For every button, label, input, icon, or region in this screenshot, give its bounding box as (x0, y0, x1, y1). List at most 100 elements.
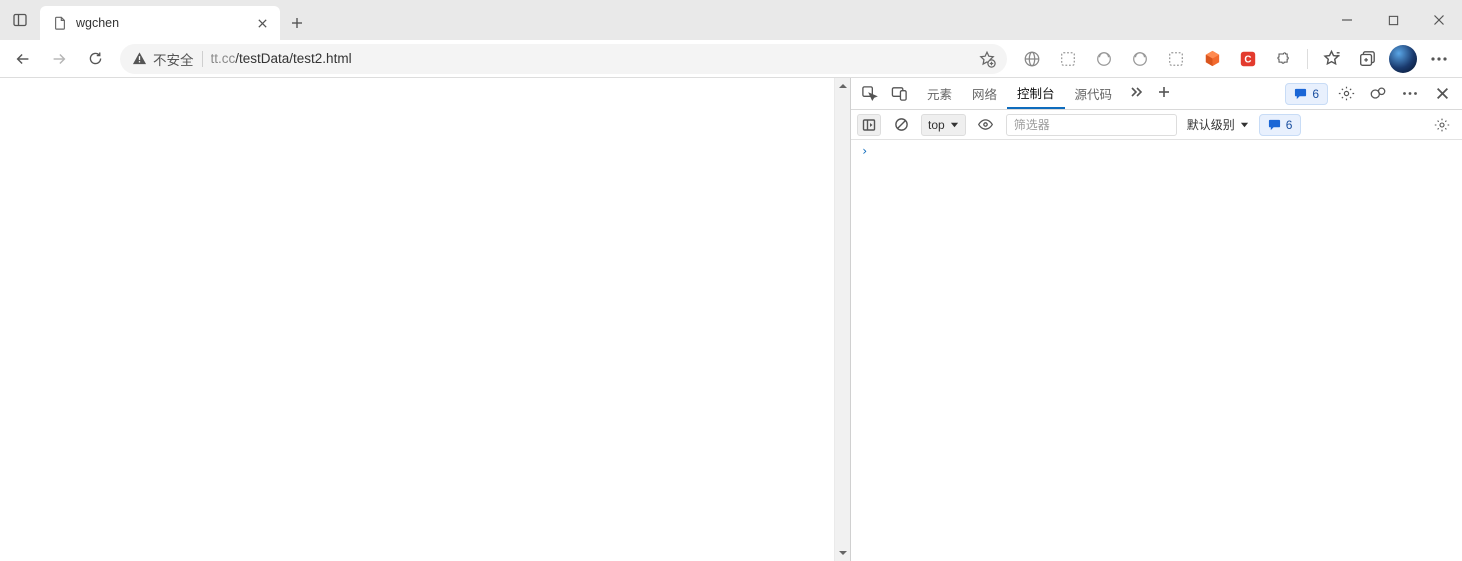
console-clear-button[interactable] (887, 111, 915, 139)
browser-titlebar: wgchen (0, 0, 1462, 40)
extension-button-7[interactable]: C (1231, 44, 1265, 74)
scroll-down-button[interactable] (835, 545, 850, 561)
close-icon (1433, 14, 1445, 26)
device-toggle-button[interactable] (885, 80, 913, 108)
scroll-track[interactable] (835, 94, 850, 545)
nav-back-button[interactable] (6, 44, 40, 74)
cube-icon (1203, 49, 1222, 68)
extension-button-3[interactable] (1087, 44, 1121, 74)
page-body[interactable] (0, 78, 834, 561)
tab-label: 元素 (927, 84, 952, 103)
star-icon (1322, 49, 1341, 68)
extensions-menu-button[interactable] (1267, 44, 1301, 74)
console-filter-input[interactable] (1006, 114, 1177, 136)
caret-down-icon (950, 120, 959, 129)
scroll-up-button[interactable] (835, 78, 850, 94)
devtools-menu-button[interactable] (1396, 80, 1424, 108)
devtools-add-tab-button[interactable] (1150, 78, 1178, 106)
address-separator (202, 51, 203, 67)
console-context-select[interactable]: top (921, 114, 966, 136)
extension-button-6[interactable] (1195, 44, 1229, 74)
settings-menu-button[interactable] (1422, 44, 1456, 74)
tab-label: 控制台 (1017, 83, 1055, 102)
tab-close-button[interactable] (252, 13, 272, 33)
devtools-feedback-button[interactable] (1364, 80, 1392, 108)
url-host: tt.cc (211, 51, 236, 66)
message-icon (1294, 87, 1307, 100)
context-value: top (928, 118, 945, 132)
avatar-icon (1389, 45, 1417, 73)
nav-forward-button[interactable] (42, 44, 76, 74)
devtools-tab-network[interactable]: 网络 (962, 78, 1007, 109)
devtools-right-controls: 6 (1285, 78, 1462, 109)
console-messages-badge[interactable]: 6 (1259, 114, 1302, 136)
tab-label: 源代码 (1075, 84, 1113, 103)
profile-button[interactable] (1386, 44, 1420, 74)
maximize-icon (1388, 15, 1399, 26)
console-toolbar: top 默认级别 6 (851, 110, 1462, 140)
add-favorite-button[interactable] (973, 45, 1001, 73)
devtools-settings-button[interactable] (1332, 80, 1360, 108)
devtools-left-controls (851, 78, 917, 109)
console-level-select[interactable]: 默认级别 (1183, 116, 1253, 133)
gear-icon (1434, 117, 1450, 133)
inspect-element-button[interactable] (855, 80, 883, 108)
nav-refresh-button[interactable] (78, 44, 112, 74)
arrow-right-icon (50, 50, 68, 68)
feedback-icon (1369, 85, 1387, 103)
extension-button-5[interactable] (1159, 44, 1193, 74)
page-scrollbar[interactable] (834, 78, 850, 561)
window-minimize-button[interactable] (1324, 0, 1370, 40)
url-path: /testData/test2.html (235, 51, 351, 66)
address-bar[interactable]: 不安全 tt.cc/testData/test2.html (120, 44, 1007, 74)
c-badge-icon: C (1239, 50, 1257, 68)
circle-arc-icon (1095, 50, 1113, 68)
warning-icon (132, 51, 147, 66)
gear-icon (1338, 85, 1355, 102)
address-url: tt.cc/testData/test2.html (211, 51, 966, 66)
devtools-tab-console[interactable]: 控制台 (1007, 78, 1065, 109)
site-security-status[interactable]: 不安全 (132, 49, 194, 69)
console-output[interactable]: › (851, 140, 1462, 561)
console-settings-button[interactable] (1428, 111, 1456, 139)
dashed-square-icon (1059, 50, 1077, 68)
document-icon (53, 16, 67, 30)
tab-actions-icon (12, 12, 28, 28)
browser-tab[interactable]: wgchen (40, 6, 280, 40)
tab-actions-button[interactable] (0, 12, 40, 28)
extension-button-1[interactable] (1015, 44, 1049, 74)
console-live-expression-button[interactable] (972, 111, 1000, 139)
dashed-square-icon (1167, 50, 1185, 68)
messages-count: 6 (1286, 118, 1293, 132)
console-sidebar-toggle[interactable] (857, 114, 881, 136)
devtools-close-button[interactable] (1428, 80, 1456, 108)
page-icon (52, 15, 68, 31)
eye-icon (977, 116, 994, 133)
console-prompt-icon: › (861, 144, 868, 158)
message-icon (1268, 118, 1281, 131)
plus-icon (290, 16, 304, 30)
collections-button[interactable] (1350, 44, 1384, 74)
favorites-button[interactable] (1314, 44, 1348, 74)
minimize-icon (1341, 14, 1353, 26)
tab-title: wgchen (76, 16, 244, 30)
devtools-tab-sources[interactable]: 源代码 (1065, 78, 1123, 109)
refresh-icon (87, 50, 104, 67)
devtools-issues-badge[interactable]: 6 (1285, 83, 1328, 105)
extension-button-2[interactable] (1051, 44, 1085, 74)
more-horizontal-icon (1430, 56, 1448, 62)
close-icon (1436, 87, 1449, 100)
extension-button-4[interactable] (1123, 44, 1157, 74)
caret-up-icon (838, 81, 848, 91)
close-icon (257, 18, 268, 29)
content-area: 元素 网络 控制台 源代码 6 (0, 78, 1462, 561)
devtools-more-tabs-button[interactable] (1122, 78, 1150, 106)
window-maximize-button[interactable] (1370, 0, 1416, 40)
globe-icon (1023, 50, 1041, 68)
window-close-button[interactable] (1416, 0, 1462, 40)
titlebar-drag-area (314, 0, 1324, 40)
new-tab-button[interactable] (280, 16, 314, 30)
devices-icon (891, 85, 908, 102)
issues-count: 6 (1312, 87, 1319, 101)
devtools-tab-elements[interactable]: 元素 (917, 78, 962, 109)
